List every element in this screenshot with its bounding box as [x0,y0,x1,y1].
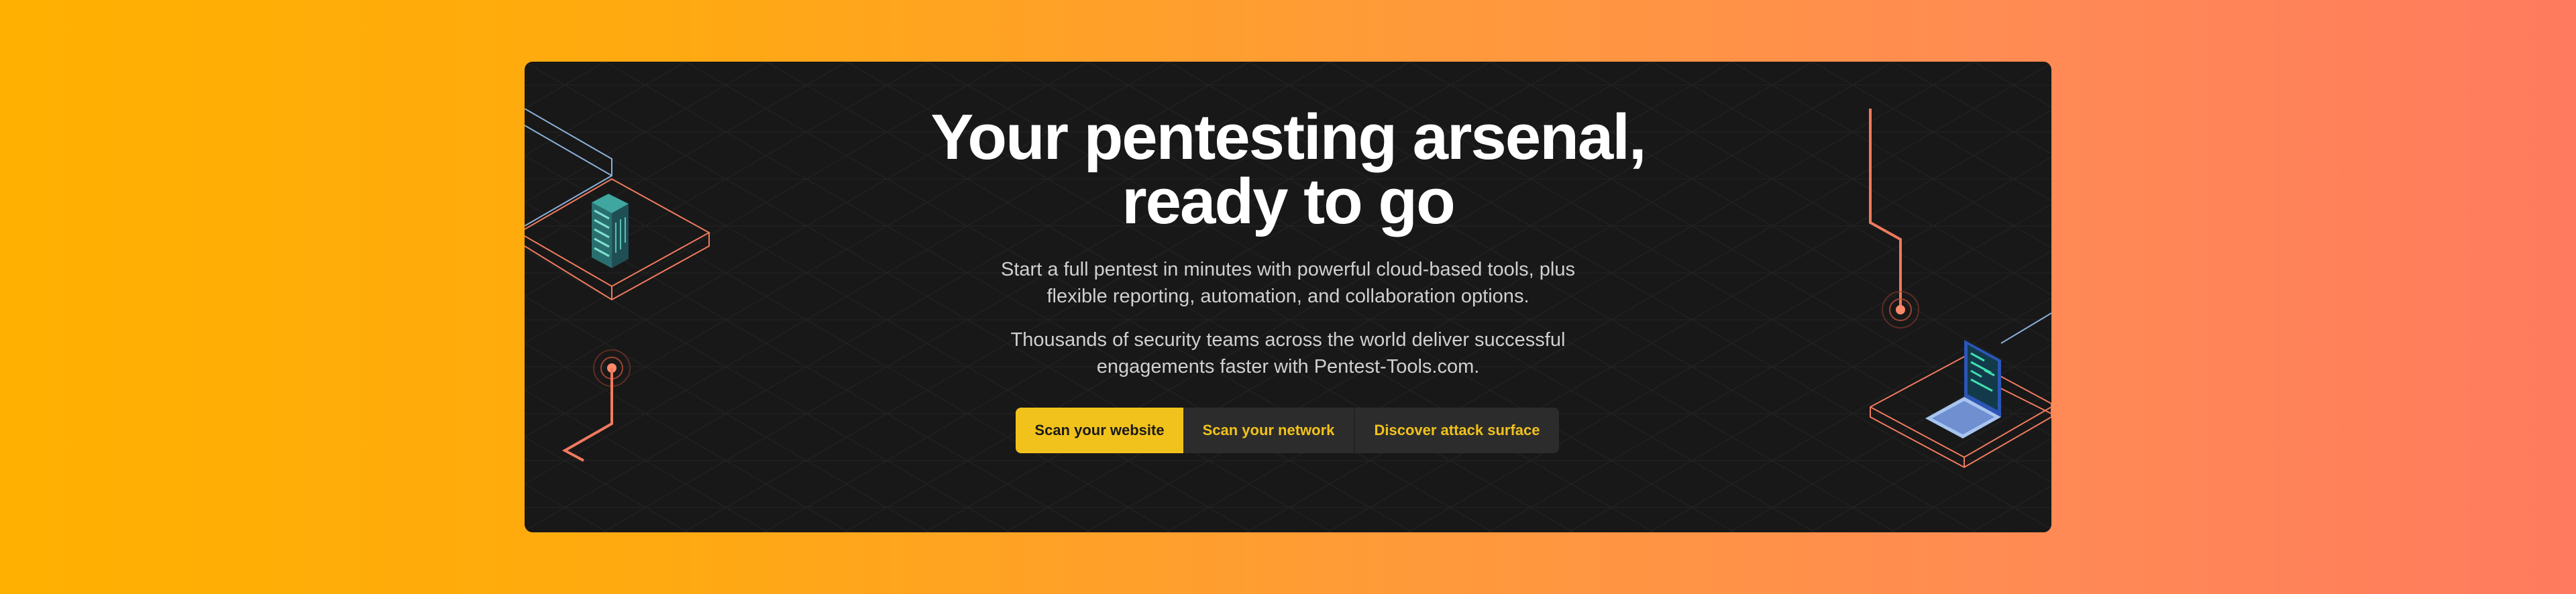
hero-content: Your pentesting arsenal, ready to go Sta… [525,62,2051,532]
intro-paragraph: Start a full pentest in minutes with pow… [953,256,1623,310]
scan-website-button[interactable]: Scan your website [1016,408,1183,453]
page-title: Your pentesting arsenal, ready to go [785,105,1791,234]
social-proof-paragraph: Thousands of security teams across the w… [953,326,1623,380]
title-line: Your pentesting arsenal, [930,101,1646,173]
title-line: ready to go [1122,166,1455,237]
paragraph-line: Start a full pentest in minutes with pow… [1001,259,1575,280]
scan-network-button[interactable]: Scan your network [1183,408,1355,453]
hero-card: Your pentesting arsenal, ready to go Sta… [525,62,2051,532]
paragraph-line: Thousands of security teams across the w… [1010,329,1566,351]
discover-attack-surface-button[interactable]: Discover attack surface [1355,408,1559,453]
paragraph-line: engagements faster with Pentest-Tools.co… [1096,356,1480,377]
cta-button-group: Scan your website Scan your network Disc… [1016,408,1559,453]
paragraph-line: flexible reporting, automation, and coll… [1046,286,1529,307]
